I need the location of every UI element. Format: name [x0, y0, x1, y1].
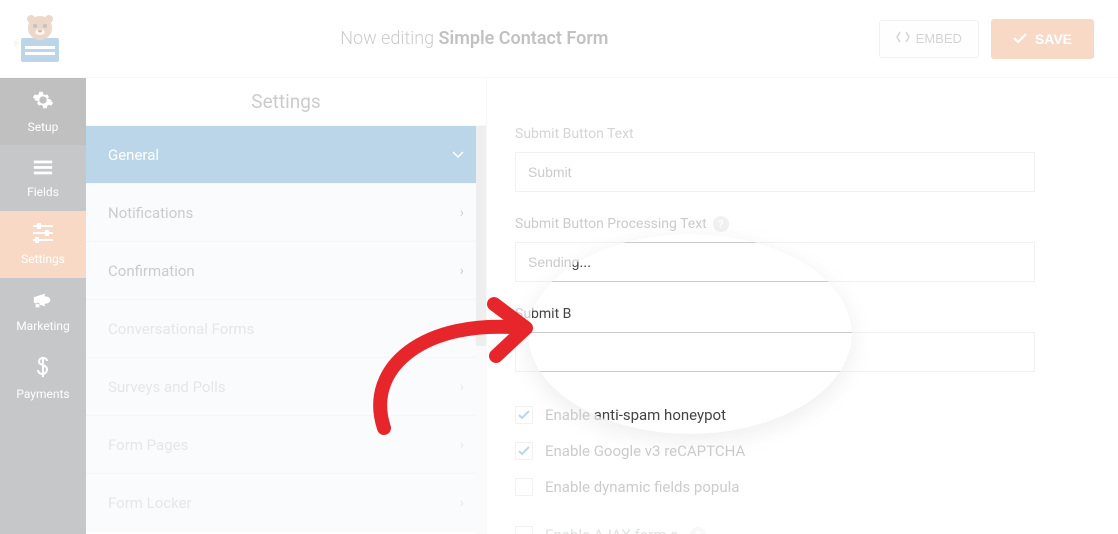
checkbox-label: Enable dynamic fields popula: [545, 478, 739, 496]
editing-prefix: Now editing: [340, 28, 434, 49]
chevron-right-icon: ›: [460, 205, 464, 221]
checkbox-icon: [515, 478, 533, 496]
checkbox-row-ajax[interactable]: Enable AJAX form s ?: [515, 526, 1118, 534]
checkbox-icon: [515, 526, 533, 534]
panel-row-label: Conversational Forms: [108, 320, 254, 338]
checkbox-row-recaptcha[interactable]: Enable Google v3 reCAPTCHA: [515, 442, 1118, 460]
checkbox-row-dynamic[interactable]: Enable dynamic fields popula: [515, 478, 1118, 496]
dollar-icon: [35, 356, 51, 381]
panel-row-label: Confirmation: [108, 262, 195, 280]
sidebar-item-setup[interactable]: Setup: [0, 78, 86, 145]
checkbox-row-honeypot[interactable]: Enable anti-spam honeypot: [515, 406, 1118, 424]
check-icon: [1013, 31, 1027, 47]
sidebar-label: Fields: [27, 185, 59, 199]
checkbox-label: Enable AJAX form s: [545, 526, 678, 534]
editing-label: Now editing Simple Contact Form: [70, 28, 879, 49]
content-area: Submit Button Text Submit Button Process…: [486, 78, 1118, 534]
panel-row-conversational[interactable]: Conversational Forms ›: [86, 300, 486, 358]
sidebar-item-fields[interactable]: Fields: [0, 145, 86, 212]
panel-row-formlocker[interactable]: Form Locker ›: [86, 474, 486, 532]
checkbox-label: Enable Google v3 reCAPTCHA: [545, 442, 745, 460]
panel-row-formpages[interactable]: Form Pages ›: [86, 416, 486, 474]
panel-row-label: Form Pages: [108, 436, 188, 454]
checkbox-icon: [515, 442, 533, 460]
submit-text-label: Submit Button Text: [515, 126, 1118, 142]
chevron-down-icon: [452, 147, 464, 163]
panel-row-label: Form Locker: [108, 494, 192, 512]
scrollbar-thumb[interactable]: [476, 126, 486, 346]
chevron-right-icon: ›: [460, 321, 464, 337]
submit-partial-input[interactable]: [515, 332, 1035, 372]
gear-icon: [32, 89, 54, 114]
save-label: SAVE: [1035, 31, 1072, 47]
panel-row-label: General: [108, 146, 159, 164]
sidebar-item-settings[interactable]: Settings: [0, 211, 86, 278]
checkbox-icon: [515, 406, 533, 424]
sidebar-item-marketing[interactable]: Marketing: [0, 278, 86, 345]
form-name: Simple Contact Form: [439, 28, 609, 49]
panel-row-label: Surveys and Polls: [108, 378, 226, 396]
sidebar-item-payments[interactable]: Payments: [0, 345, 86, 412]
embed-button[interactable]: EMBED: [879, 20, 979, 58]
sidebar-label: Settings: [21, 252, 65, 266]
processing-text-label: Submit Button Processing Text ?: [515, 216, 1118, 232]
panel-row-label: Notifications: [108, 204, 193, 222]
panel-row-general[interactable]: General: [86, 126, 486, 184]
panel-scrollbar[interactable]: [476, 126, 486, 534]
settings-panel: Settings General Notifications › Confirm…: [86, 78, 486, 534]
top-bar: Now editing Simple Contact Form EMBED SA…: [0, 0, 1118, 78]
help-icon[interactable]: ?: [690, 527, 706, 534]
sliders-icon: [31, 223, 55, 246]
bullhorn-icon: [32, 290, 54, 313]
panel-row-confirmation[interactable]: Confirmation ›: [86, 242, 486, 300]
app-logo: [10, 9, 70, 69]
sidebar-label: Setup: [28, 120, 59, 134]
sidebar-label: Payments: [16, 387, 69, 401]
panel-title: Settings: [86, 78, 486, 126]
save-button[interactable]: SAVE: [991, 19, 1094, 59]
help-icon[interactable]: ?: [713, 216, 729, 232]
chevron-right-icon: ›: [460, 263, 464, 279]
processing-text-input[interactable]: [515, 242, 1035, 282]
chevron-right-icon: ›: [460, 437, 464, 453]
panel-row-surveys[interactable]: Surveys and Polls ›: [86, 358, 486, 416]
left-sidebar: Setup Fields Settings Marketing Payments: [0, 78, 86, 534]
chevron-right-icon: ›: [460, 379, 464, 395]
submit-text-input[interactable]: [515, 152, 1035, 192]
embed-label: EMBED: [916, 31, 962, 46]
checkbox-label: Enable anti-spam honeypot: [545, 406, 726, 424]
panel-row-notifications[interactable]: Notifications ›: [86, 184, 486, 242]
code-icon: [896, 31, 910, 46]
panel-list: General Notifications › Confirmation › C…: [86, 126, 486, 534]
list-icon: [32, 158, 54, 179]
chevron-right-icon: ›: [460, 495, 464, 511]
submit-partial-label: Submit B: [515, 306, 1118, 322]
sidebar-label: Marketing: [16, 319, 70, 333]
